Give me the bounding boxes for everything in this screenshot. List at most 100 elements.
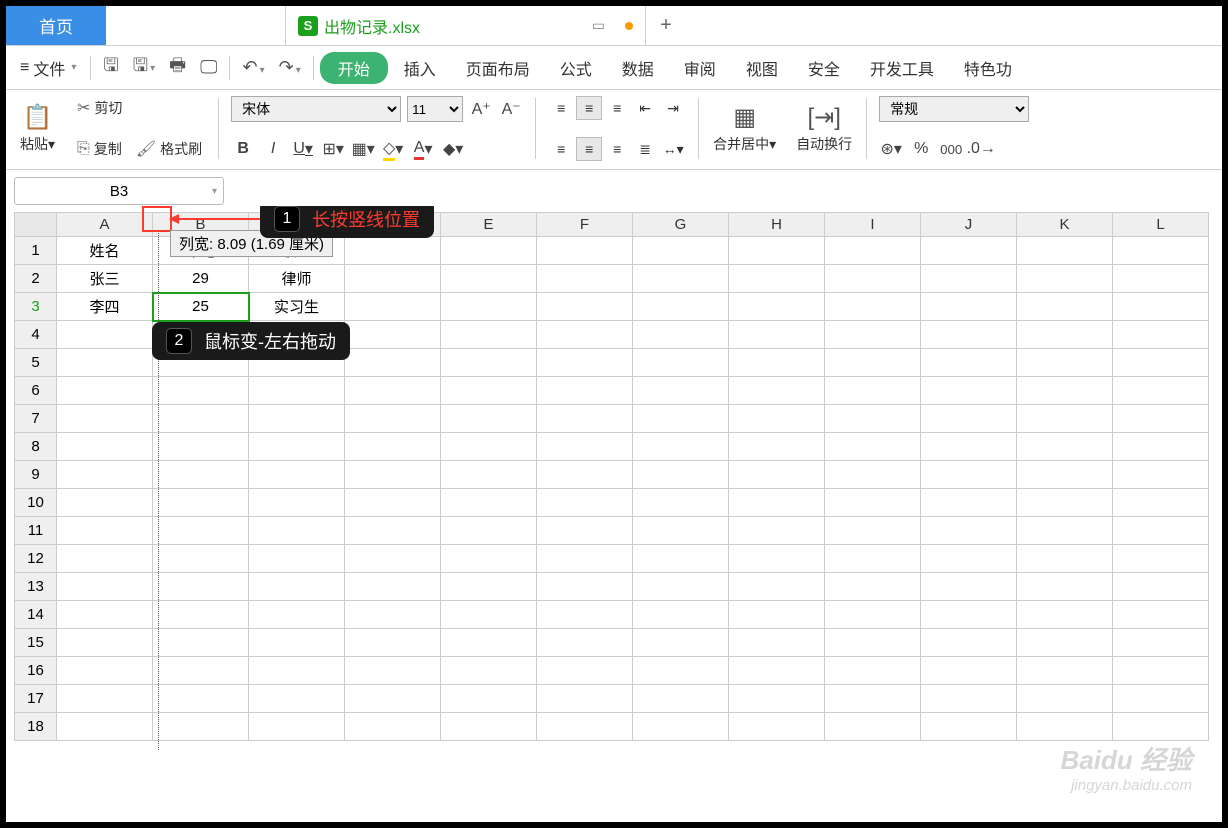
cell-D8[interactable]	[345, 433, 441, 461]
cell-I18[interactable]	[825, 713, 921, 741]
cell-L5[interactable]	[1113, 349, 1209, 377]
col-header-J[interactable]: J	[921, 213, 1017, 237]
save-as-icon[interactable]: 🖫▾	[127, 49, 161, 87]
cell-K12[interactable]	[1017, 545, 1113, 573]
cell-J1[interactable]	[921, 237, 1017, 265]
cell-I12[interactable]	[825, 545, 921, 573]
cell-F16[interactable]	[537, 657, 633, 685]
cell-D1[interactable]	[345, 237, 441, 265]
ribbon-tab-data[interactable]: 数据	[608, 52, 668, 84]
cell-A10[interactable]	[57, 489, 153, 517]
cell-K5[interactable]	[1017, 349, 1113, 377]
tab-document[interactable]: S 出物记录.xlsx ▭	[286, 6, 646, 45]
row-header[interactable]: 9	[15, 461, 57, 489]
name-box[interactable]: B3 ▾	[14, 177, 224, 205]
cell-K3[interactable]	[1017, 293, 1113, 321]
cell-B14[interactable]	[153, 601, 249, 629]
col-header-K[interactable]: K	[1017, 213, 1113, 237]
cell-F17[interactable]	[537, 685, 633, 713]
col-header-F[interactable]: F	[537, 213, 633, 237]
select-all-corner[interactable]	[15, 213, 57, 237]
cell-A14[interactable]	[57, 601, 153, 629]
align-top-icon[interactable]: ≡	[548, 96, 574, 120]
cell-H10[interactable]	[729, 489, 825, 517]
redo-icon[interactable]: ↷▾	[273, 53, 307, 82]
cell-F1[interactable]	[537, 237, 633, 265]
cut-button[interactable]: ✂剪切	[73, 96, 206, 120]
cell-A18[interactable]	[57, 713, 153, 741]
cell-H1[interactable]	[729, 237, 825, 265]
cell-D9[interactable]	[345, 461, 441, 489]
cell-A16[interactable]	[57, 657, 153, 685]
cell-K2[interactable]	[1017, 265, 1113, 293]
cell-D12[interactable]	[345, 545, 441, 573]
cell-D16[interactable]	[345, 657, 441, 685]
cell-E1[interactable]	[441, 237, 537, 265]
cell-J14[interactable]	[921, 601, 1017, 629]
col-header-G[interactable]: G	[633, 213, 729, 237]
cell-K7[interactable]	[1017, 405, 1113, 433]
cell-J5[interactable]	[921, 349, 1017, 377]
cell-A13[interactable]	[57, 573, 153, 601]
cell-A3[interactable]: 李四	[57, 293, 153, 321]
font-size-select[interactable]: 11	[407, 96, 463, 122]
cell-K9[interactable]	[1017, 461, 1113, 489]
cell-J8[interactable]	[921, 433, 1017, 461]
cell-F7[interactable]	[537, 405, 633, 433]
cell-E12[interactable]	[441, 545, 537, 573]
file-menu[interactable]: ≡ 文件 ▾	[12, 56, 84, 80]
cell-D6[interactable]	[345, 377, 441, 405]
increase-decimal-button[interactable]: .0→	[969, 137, 993, 161]
cell-L1[interactable]	[1113, 237, 1209, 265]
cell-E14[interactable]	[441, 601, 537, 629]
col-header-I[interactable]: I	[825, 213, 921, 237]
cell-A17[interactable]	[57, 685, 153, 713]
col-header-E[interactable]: E	[441, 213, 537, 237]
cell-H8[interactable]	[729, 433, 825, 461]
cell-L13[interactable]	[1113, 573, 1209, 601]
cell-L17[interactable]	[1113, 685, 1209, 713]
cell-F2[interactable]	[537, 265, 633, 293]
cell-A5[interactable]	[57, 349, 153, 377]
row-header[interactable]: 17	[15, 685, 57, 713]
cell-C13[interactable]	[249, 573, 345, 601]
cell-J17[interactable]	[921, 685, 1017, 713]
cell-D7[interactable]	[345, 405, 441, 433]
cell-B17[interactable]	[153, 685, 249, 713]
cell-L4[interactable]	[1113, 321, 1209, 349]
cell-D17[interactable]	[345, 685, 441, 713]
row-header[interactable]: 10	[15, 489, 57, 517]
align-middle-icon[interactable]: ≡	[576, 96, 602, 120]
tab-blank[interactable]	[106, 6, 286, 45]
cell-C15[interactable]	[249, 629, 345, 657]
cell-G9[interactable]	[633, 461, 729, 489]
cell-F12[interactable]	[537, 545, 633, 573]
cell-I17[interactable]	[825, 685, 921, 713]
row-header[interactable]: 3	[15, 293, 57, 321]
ribbon-tab-insert[interactable]: 插入	[390, 52, 450, 84]
cell-C17[interactable]	[249, 685, 345, 713]
tab-home[interactable]: 首页	[6, 6, 106, 45]
comma-button[interactable]: 000	[939, 137, 963, 161]
cell-H9[interactable]	[729, 461, 825, 489]
ribbon-tab-special[interactable]: 特色功	[950, 52, 1026, 84]
cell-C9[interactable]	[249, 461, 345, 489]
cell-C8[interactable]	[249, 433, 345, 461]
cell-B9[interactable]	[153, 461, 249, 489]
cell-K6[interactable]	[1017, 377, 1113, 405]
decrease-font-icon[interactable]: A⁻	[499, 97, 523, 121]
cell-K10[interactable]	[1017, 489, 1113, 517]
save-icon[interactable]: 🖫	[97, 49, 124, 87]
ribbon-tab-layout[interactable]: 页面布局	[452, 52, 544, 84]
ribbon-tab-review[interactable]: 审阅	[670, 52, 730, 84]
cell-E10[interactable]	[441, 489, 537, 517]
cell-H2[interactable]	[729, 265, 825, 293]
col-header-A[interactable]: A	[57, 213, 153, 237]
cell-F9[interactable]	[537, 461, 633, 489]
cell-I8[interactable]	[825, 433, 921, 461]
cell-C10[interactable]	[249, 489, 345, 517]
cell-D18[interactable]	[345, 713, 441, 741]
cell-B16[interactable]	[153, 657, 249, 685]
col-header-H[interactable]: H	[729, 213, 825, 237]
cell-G12[interactable]	[633, 545, 729, 573]
